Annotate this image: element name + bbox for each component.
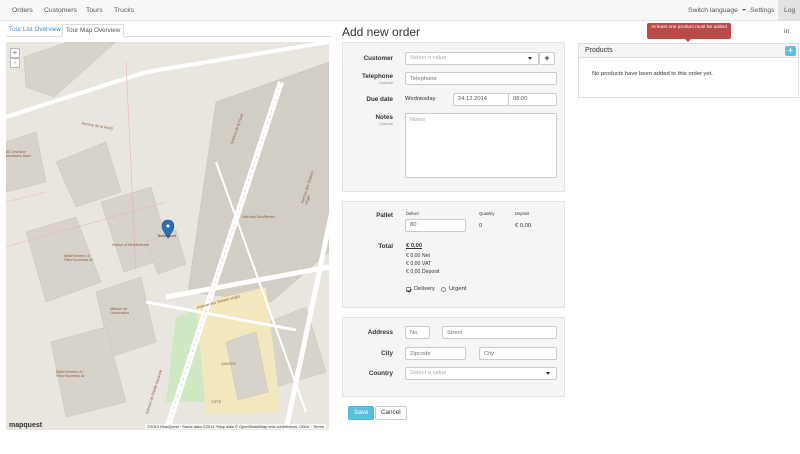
products-validation-tooltip: At least one product must be added — [647, 23, 731, 42]
due-date-label: Due date — [366, 96, 393, 103]
zoom-in-button[interactable]: + — [10, 48, 20, 58]
country-select-value: Select a value — [410, 370, 447, 376]
total-value: € 0,00 — [406, 243, 423, 249]
customer-label: Customer — [363, 55, 393, 62]
map-tabs: Tour List Overview Tour Map Overview — [6, 24, 331, 37]
nav-tours[interactable]: Tours — [86, 0, 103, 21]
products-title: Products — [585, 47, 613, 54]
map-attribution[interactable]: ©2014 MapQuest · Some data ©2014 *Map da… — [145, 424, 326, 429]
tab-tour-map-overview[interactable]: Tour Map Overview — [62, 24, 125, 37]
products-header: Products + — [579, 44, 798, 58]
delivery-checkbox[interactable] — [406, 287, 411, 292]
deposit-column-label: Deposit — [515, 211, 530, 216]
address-number-input[interactable] — [405, 326, 430, 339]
total-deposit: € 0,00 Deposit — [406, 269, 440, 275]
due-date-input[interactable]: 24.12.2014 — [453, 93, 509, 106]
mapquest-logo: mapquest — [9, 422, 43, 429]
poi-label: Hall des Souffleries — [242, 215, 275, 219]
customer-panel: Customer Select a value + Telephone Opti… — [342, 42, 565, 192]
switch-language-label: Switch language — [688, 7, 738, 14]
notes-textarea[interactable]: Notes — [405, 113, 557, 178]
tour-map[interactable]: Avenue de la Forêt Avenue de la Forêt Av… — [6, 42, 329, 430]
caret-down-icon — [741, 9, 746, 12]
cancel-button[interactable]: Cancel — [375, 406, 407, 420]
address-panel: Address City Country Select a value — [342, 317, 565, 397]
pallet-deposit: € 0,00 — [515, 223, 532, 229]
telephone-label: Telephone — [361, 73, 393, 80]
poi-label: SANTEC — [221, 362, 237, 366]
poi-label: BC Investor Investors Bank — [6, 150, 32, 158]
poi-label: CRTE — [211, 400, 222, 404]
address-label: Address — [367, 329, 393, 336]
total-label: Total — [378, 243, 393, 250]
zipcode-input[interactable] — [405, 347, 466, 360]
urgent-label: Urgent — [449, 286, 467, 292]
telephone-input[interactable] — [405, 72, 557, 85]
deliver-column-label: Deliver — [406, 211, 420, 216]
city-label: City — [381, 350, 393, 357]
switch-language-dropdown[interactable]: Switch language — [688, 0, 746, 21]
nav-settings[interactable]: Settings — [750, 0, 775, 21]
tab-tour-list-overview[interactable]: Tour List Overview — [6, 24, 64, 37]
nav-login[interactable]: Log in — [778, 0, 800, 35]
pallet-label: Pallet — [376, 212, 393, 219]
delivery-label: Delivery — [414, 286, 435, 292]
nav-customers[interactable]: Customers — [44, 0, 77, 21]
notes-label: Notes — [375, 114, 394, 121]
telephone-optional: Optional — [378, 81, 393, 85]
caret-down-icon — [528, 57, 532, 60]
total-net: € 0,00 Net — [406, 253, 430, 259]
pricing-panel: Pallet Deliver Quantity Deposit 80 0 € 0… — [342, 201, 565, 308]
products-panel: Products + No products have been added t… — [578, 43, 799, 98]
total-vat: € 0,00 VAT — [406, 261, 432, 267]
zoom-out-button[interactable]: - — [10, 58, 20, 68]
pallet-deliver-input[interactable]: 80 — [405, 219, 466, 232]
nav-orders[interactable]: Orders — [12, 0, 33, 21]
top-navbar: Orders Customers Tours Trucks Switch lan… — [0, 0, 800, 35]
due-date-weekday: Wednesday — [405, 96, 436, 102]
poi-label: Bâtid fumeux A / Fibul foumeau Al — [56, 370, 85, 378]
add-product-button[interactable]: + — [785, 46, 796, 56]
country-label: Country — [368, 370, 393, 377]
customer-select-value: Select a value — [410, 55, 447, 61]
marker-label: Technoport — [157, 234, 176, 238]
poi-label: Maison de l'Innovation — [110, 307, 130, 315]
quantity-column-label: Quantity — [479, 211, 495, 216]
nav-trucks[interactable]: Trucks — [114, 0, 134, 21]
products-empty-message: No products have been added to this orde… — [592, 71, 713, 77]
poi-label: Bâtid fumeux & Fibul foumeau Bi — [64, 254, 93, 262]
country-select[interactable]: Select a value — [405, 367, 557, 380]
pallet-quantity: 0 — [479, 223, 483, 229]
city-input[interactable] — [479, 347, 557, 360]
address-street-input[interactable] — [442, 326, 557, 339]
page-title: Add new order — [342, 25, 421, 39]
customer-select[interactable]: Select a value — [405, 52, 539, 65]
notes-optional: Optional — [378, 122, 393, 126]
poi-label: House of BioMedicine — [112, 243, 149, 247]
urgent-checkbox[interactable] — [441, 287, 446, 292]
due-time-input[interactable]: 08:00 — [508, 93, 557, 106]
save-button[interactable]: Save — [348, 406, 375, 420]
add-customer-button[interactable]: + — [539, 52, 555, 65]
caret-down-icon — [546, 372, 550, 375]
